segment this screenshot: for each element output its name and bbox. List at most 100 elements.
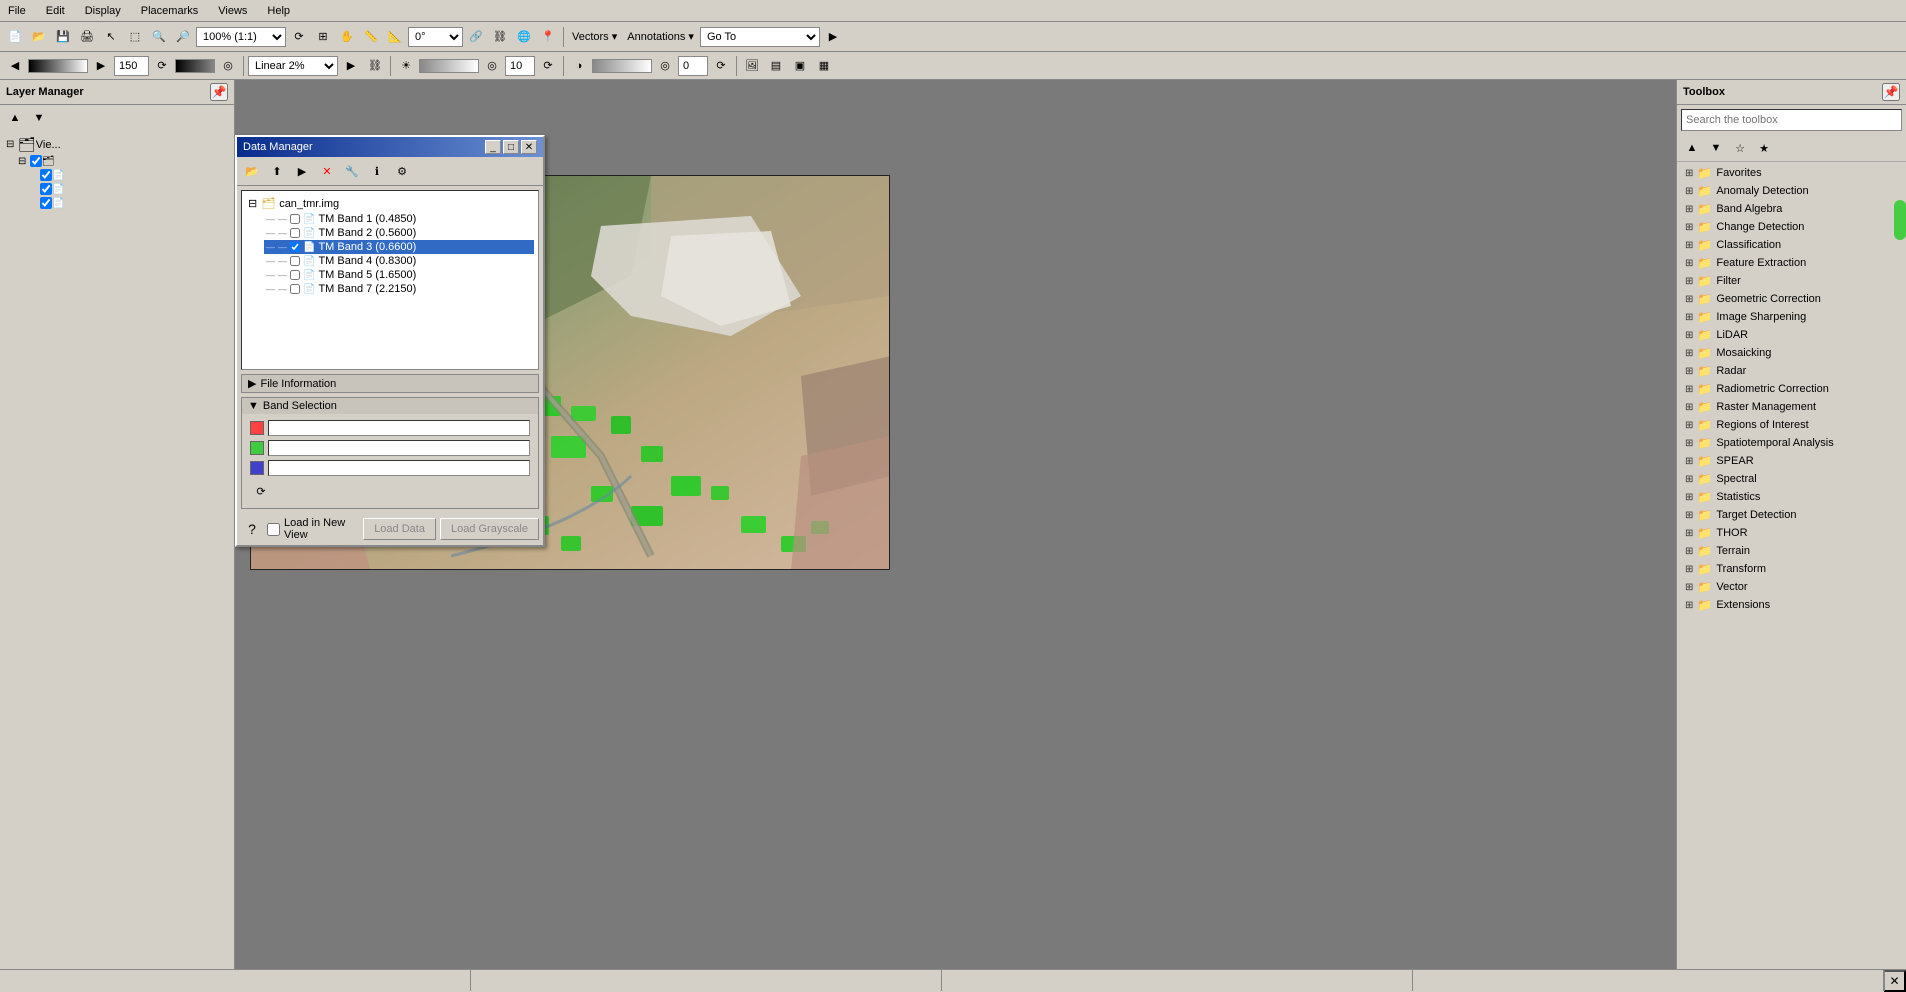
toolbox-item-extensions[interactable]: ⊞ 📁 Extensions — [1677, 596, 1906, 614]
pan-btn[interactable]: ✋ — [336, 26, 358, 48]
band-item-4[interactable]: — — 📄 TM Band 4 (0.8300) — [264, 254, 534, 268]
dialog-title-bar[interactable]: Data Manager _ □ ✕ — [237, 137, 543, 157]
track-btn[interactable]: 📍 — [537, 26, 559, 48]
band-item-1[interactable]: — — 📄 TM Band 1 (0.4850) — [264, 212, 534, 226]
toolbox-pin[interactable]: 📌 — [1882, 83, 1900, 101]
zoom-fit-btn[interactable]: ⊞ — [312, 26, 334, 48]
vectors-btn[interactable]: Vectors ▾ — [568, 26, 621, 48]
dm-open-btn[interactable]: 📂 — [241, 160, 263, 182]
menu-edit[interactable]: Edit — [42, 4, 69, 18]
toolbox-item-radar[interactable]: ⊞ 📁 Radar — [1677, 362, 1906, 380]
menu-display[interactable]: Display — [81, 4, 125, 18]
toolbox-item-thor[interactable]: ⊞ 📁 THOR — [1677, 524, 1906, 542]
dialog-maximize-btn[interactable]: □ — [503, 140, 519, 154]
toolbox-item-vector[interactable]: ⊞ 📁 Vector — [1677, 578, 1906, 596]
cursor-btn[interactable]: ↖ — [100, 26, 122, 48]
select-btn[interactable]: ⬚ — [124, 26, 146, 48]
menu-help[interactable]: Help — [263, 4, 294, 18]
toolbox-item-band-algebra[interactable]: ⊞ 📁 Band Algebra — [1677, 200, 1906, 218]
menu-placemarks[interactable]: Placemarks — [137, 4, 202, 18]
dm-settings-btn[interactable]: ⚙ — [391, 160, 413, 182]
mask-btn[interactable]: ▣ — [789, 55, 811, 77]
geo-btn[interactable]: 🌐 — [513, 26, 535, 48]
new-btn[interactable]: 📄 — [4, 26, 26, 48]
load-grayscale-btn[interactable]: Load Grayscale — [440, 518, 539, 540]
zoom-out-btn[interactable]: 🔎 — [172, 26, 194, 48]
zoom-select[interactable]: 100% (1:1) — [196, 27, 286, 47]
menu-views[interactable]: Views — [214, 4, 251, 18]
toolbox-star-btn[interactable]: ☆ — [1729, 137, 1751, 159]
band-selection-header[interactable]: ▼ Band Selection — [242, 398, 538, 414]
ruler-btn[interactable]: 📐 — [384, 26, 406, 48]
toolbox-down-btn[interactable]: ▼ — [1705, 137, 1727, 159]
stretch-prev-btn[interactable]: ◀ — [4, 55, 26, 77]
toolbox-item-geometric-correction[interactable]: ⊞ 📁 Geometric Correction — [1677, 290, 1906, 308]
measure-btn[interactable]: 📏 — [360, 26, 382, 48]
dm-info-btn[interactable]: ℹ — [366, 160, 388, 182]
band-g-input[interactable] — [268, 440, 530, 456]
reset-c-btn[interactable]: ◎ — [654, 55, 676, 77]
rotate-select[interactable]: 0° — [408, 27, 463, 47]
toolbox-up-btn[interactable]: ▲ — [1681, 137, 1703, 159]
toolbox-item-spatiotemporal[interactable]: ⊞ 📁 Spatiotemporal Analysis — [1677, 434, 1906, 452]
band-b-input[interactable] — [268, 460, 530, 476]
toolbox-item-classification[interactable]: ⊞ 📁 Classification — [1677, 236, 1906, 254]
save-btn[interactable]: 💾 — [52, 26, 74, 48]
toolbox-item-terrain[interactable]: ⊞ 📁 Terrain — [1677, 542, 1906, 560]
toolbox-item-filter[interactable]: ⊞ 📁 Filter — [1677, 272, 1906, 290]
toolbox-unstar-btn[interactable]: ★ — [1753, 137, 1775, 159]
layer-up-btn[interactable]: ▲ — [4, 107, 26, 129]
toolbox-item-lidar[interactable]: ⊞ 📁 LiDAR — [1677, 326, 1906, 344]
toolbox-item-spear[interactable]: ⊞ 📁 SPEAR — [1677, 452, 1906, 470]
dialog-minimize-btn[interactable]: _ — [485, 140, 501, 154]
band-item-3[interactable]: — — 📄 TM Band 3 (0.6600) — [264, 240, 534, 254]
brightness2-input[interactable]: 10 — [505, 56, 535, 76]
band-item-2[interactable]: — — 📄 TM Band 2 (0.5600) — [264, 226, 534, 240]
load-data-btn[interactable]: Load Data — [363, 518, 436, 540]
refresh-bands-btn[interactable]: ⟳ — [250, 480, 272, 502]
toolbox-item-anomaly[interactable]: ⊞ 📁 Anomaly Detection — [1677, 182, 1906, 200]
contrast2-input[interactable]: 0 — [678, 56, 708, 76]
brightness2-btn[interactable]: ☀ — [395, 55, 417, 77]
toolbox-item-change-detection[interactable]: ⊞ 📁 Change Detection — [1677, 218, 1906, 236]
toolbox-item-mosaicking[interactable]: ⊞ 📁 Mosaicking — [1677, 344, 1906, 362]
tree-sublayer-3[interactable]: 📄 — [28, 196, 230, 210]
layer-manager-pin[interactable]: 📌 — [210, 83, 228, 101]
center-map-view[interactable]: Data Manager _ □ ✕ 📂 ⬆ ▶ ✕ 🔧 ℹ ⚙ ⊟ 🗂 — [235, 80, 1676, 969]
blend-btn[interactable]: ▤ — [765, 55, 787, 77]
overlay-btn[interactable]: 🖼 — [741, 55, 763, 77]
dialog-close-btn[interactable]: ✕ — [521, 140, 537, 154]
toolbox-item-target-detection[interactable]: ⊞ 📁 Target Detection — [1677, 506, 1906, 524]
tree-root[interactable]: ⊟ 🗂 Vie... — [4, 135, 230, 154]
toolbox-item-transform[interactable]: ⊞ 📁 Transform — [1677, 560, 1906, 578]
toolbox-item-raster-management[interactable]: ⊞ 📁 Raster Management — [1677, 398, 1906, 416]
stretch-next-btn[interactable]: ▶ — [90, 55, 112, 77]
toolbox-item-image-sharpening[interactable]: ⊞ 📁 Image Sharpening — [1677, 308, 1906, 326]
dm-back-btn[interactable]: ⬆ — [266, 160, 288, 182]
go-btn[interactable]: ▶ — [822, 26, 844, 48]
chain-btn[interactable]: ⛓ — [489, 26, 511, 48]
refresh-btn[interactable]: ⟳ — [151, 55, 173, 77]
zoom-reset-btn[interactable]: ⟳ — [288, 26, 310, 48]
dm-nav-btn[interactable]: ▶ — [291, 160, 313, 182]
annotations-btn[interactable]: Annotations ▾ — [623, 26, 698, 48]
toolbox-item-regions-of-interest[interactable]: ⊞ 📁 Regions of Interest — [1677, 416, 1906, 434]
dm-delete-btn[interactable]: ✕ — [316, 160, 338, 182]
chain2-btn[interactable]: ⛓ — [364, 55, 386, 77]
dialog-help-btn[interactable]: ? — [241, 518, 263, 540]
goto-select[interactable]: Go To — [700, 27, 820, 47]
band-item-6[interactable]: — — 📄 TM Band 7 (2.2150) — [264, 282, 534, 296]
layer-down-btn[interactable]: ▼ — [28, 107, 50, 129]
apply-stretch-btn[interactable]: ▶ — [340, 55, 362, 77]
status-close-btn[interactable]: ✕ — [1884, 970, 1906, 992]
refresh2-btn[interactable]: ⟳ — [537, 55, 559, 77]
toolbox-item-spectral[interactable]: ⊞ 📁 Spectral — [1677, 470, 1906, 488]
brightness-input[interactable]: 150 — [114, 56, 149, 76]
toolbox-search-input[interactable] — [1681, 109, 1902, 131]
toolbox-item-statistics[interactable]: ⊞ 📁 Statistics — [1677, 488, 1906, 506]
band-item-5[interactable]: — — 📄 TM Band 5 (1.6500) — [264, 268, 534, 282]
band-r-input[interactable] — [268, 420, 530, 436]
zoom-in-btn[interactable]: 🔍 — [148, 26, 170, 48]
toolbox-item-favorites[interactable]: ⊞ 📁 Favorites — [1677, 164, 1906, 182]
menu-file[interactable]: File — [4, 4, 30, 18]
